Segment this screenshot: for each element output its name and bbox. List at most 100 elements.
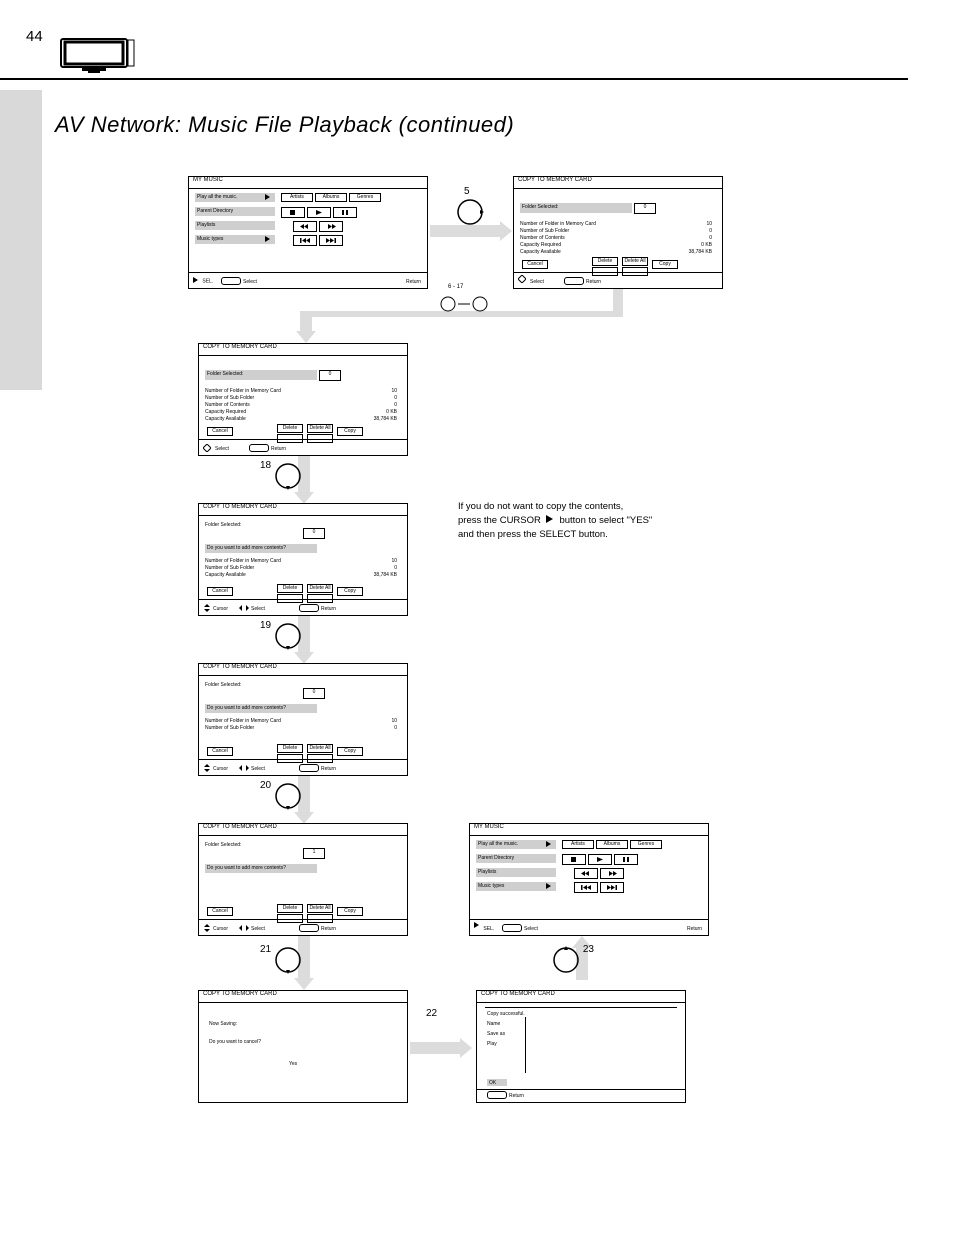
p5v1: 0 bbox=[394, 725, 397, 731]
p3l3: Capacity Required bbox=[205, 409, 246, 415]
play-icon bbox=[265, 194, 273, 202]
p9r0: Play all the music. bbox=[476, 840, 556, 849]
p5v0: 10 bbox=[391, 718, 397, 724]
p4-sv: 0 bbox=[303, 528, 325, 539]
row-parent: Parent Directory bbox=[195, 207, 275, 216]
side-note-l1: If you do not want to copy the contents, bbox=[458, 500, 652, 514]
panel-copy-6: COPY TO MEMORY CARD Folder Selected: 1 D… bbox=[198, 823, 408, 936]
footer-icon bbox=[518, 275, 526, 285]
p5-fsel: Select bbox=[251, 766, 265, 772]
stop-icon bbox=[281, 207, 305, 218]
p3l0: Number of Folder in Memory Card bbox=[205, 388, 281, 394]
panel-copy-4: COPY TO MEMORY CARD Folder Selected: 0 D… bbox=[198, 503, 408, 616]
p4-delall: Delete All bbox=[307, 584, 333, 593]
p3-fret: Return bbox=[271, 446, 286, 452]
panel-my-music-9: MY MUSIC Play all the music. Parent Dire… bbox=[469, 823, 709, 936]
p8-fret: Return bbox=[509, 1093, 524, 1099]
arrow-1-to-2 bbox=[430, 225, 502, 237]
p3v0: 10 bbox=[391, 388, 397, 394]
footer-return: Return bbox=[406, 279, 421, 285]
p5-fret: Return bbox=[321, 766, 336, 772]
skip-back-icon bbox=[574, 882, 598, 893]
label-6-17: 6 - 17 bbox=[448, 284, 463, 290]
p9-fret: Return bbox=[687, 926, 702, 932]
l2: Number of Contents bbox=[520, 235, 565, 241]
row-playlists: Playlists bbox=[195, 221, 275, 230]
p5-title: COPY TO MEMORY CARD bbox=[203, 664, 277, 670]
p8-msg: Copy successful. bbox=[487, 1011, 525, 1017]
stop-icon bbox=[562, 854, 586, 865]
lr-icon bbox=[239, 604, 249, 612]
v0: 10 bbox=[706, 221, 712, 227]
step-6-17 bbox=[440, 296, 498, 317]
p6-title: COPY TO MEMORY CARD bbox=[203, 824, 277, 830]
ffwd-icon bbox=[600, 868, 624, 879]
p6-fsel: Select bbox=[251, 926, 265, 932]
p6-delall: Delete All bbox=[307, 904, 333, 913]
top-rule bbox=[0, 78, 908, 80]
pause-icon bbox=[614, 854, 638, 865]
p7-msg2: Do you want to cancel? bbox=[209, 1039, 261, 1045]
p9r2: Playlists bbox=[476, 868, 556, 877]
p6-sv: 1 bbox=[303, 848, 325, 859]
p3l4: Capacity Available bbox=[205, 416, 246, 422]
updown-icon bbox=[203, 604, 211, 612]
p8-pill bbox=[487, 1091, 507, 1099]
panel1-title: MY MUSIC bbox=[193, 177, 223, 183]
p4-pill bbox=[299, 604, 319, 612]
p3-cancel: Cancel bbox=[207, 427, 233, 436]
p6-sl: Folder Selected: bbox=[205, 842, 241, 848]
p5-copy: Copy bbox=[337, 747, 363, 756]
p4-q: Do you want to add more contents? bbox=[205, 544, 317, 553]
expand-icon bbox=[265, 236, 273, 244]
ffwd-icon bbox=[319, 221, 343, 232]
row-types: Music types bbox=[195, 235, 275, 244]
footer-select: Select bbox=[243, 279, 257, 285]
v3: 0 KB bbox=[701, 242, 712, 248]
p4-title: COPY TO MEMORY CARD bbox=[203, 504, 277, 510]
p4-fcur: Cursor bbox=[213, 606, 228, 612]
p4-sl: Folder Selected: bbox=[205, 522, 241, 528]
p6-fcur: Cursor bbox=[213, 926, 228, 932]
p6-q: Do you want to add more contents? bbox=[205, 864, 317, 873]
p3-copy: Copy bbox=[337, 427, 363, 436]
lr-icon bbox=[239, 764, 249, 772]
p5-delall: Delete All bbox=[307, 744, 333, 753]
step-19: 19 bbox=[274, 622, 302, 650]
col-artists: Artists bbox=[281, 193, 313, 202]
p3l1: Number of Sub Folder bbox=[205, 395, 254, 401]
p3v2: 0 bbox=[394, 402, 397, 408]
updown-icon bbox=[203, 924, 211, 932]
p4l0: Number of Folder in Memory Card bbox=[205, 558, 281, 564]
p5-pill bbox=[299, 764, 319, 772]
p4v4: 38,784 KB bbox=[374, 572, 397, 578]
p4v0: 10 bbox=[391, 558, 397, 564]
p5-q: Do you want to add more contents? bbox=[205, 704, 317, 713]
l4: Capacity Available bbox=[520, 249, 561, 255]
v2: 0 bbox=[709, 235, 712, 241]
step-23: 23 bbox=[552, 946, 580, 974]
btn-deleteall: Delete All bbox=[622, 257, 648, 266]
p5l1: Number of Sub Folder bbox=[205, 725, 254, 731]
p7-title: COPY TO MEMORY CARD bbox=[203, 991, 277, 997]
p5-sv: 0 bbox=[303, 688, 325, 699]
p5-del: Delete bbox=[277, 744, 303, 753]
p6-cancel: Cancel bbox=[207, 907, 233, 916]
p4-fret: Return bbox=[321, 606, 336, 612]
skip-fwd-icon bbox=[600, 882, 624, 893]
skip-back-icon bbox=[293, 235, 317, 246]
p9-fsel: Select bbox=[524, 926, 538, 932]
btn-delete: Delete bbox=[592, 257, 618, 266]
p5-fcur: Cursor bbox=[213, 766, 228, 772]
footer-sel: SEL. bbox=[193, 277, 213, 285]
play-icon bbox=[307, 207, 331, 218]
p9-ficon: SEL. bbox=[474, 922, 494, 932]
diamond-icon bbox=[518, 275, 526, 283]
p8-lsave: Save as bbox=[487, 1031, 505, 1037]
p8-lname: Name bbox=[487, 1021, 500, 1027]
p3v1: 0 bbox=[394, 395, 397, 401]
play-icon bbox=[474, 922, 482, 930]
p4l4: Capacity Available bbox=[205, 572, 246, 578]
p4-fsel: Select bbox=[251, 606, 265, 612]
selected-val: 0 bbox=[634, 203, 656, 214]
